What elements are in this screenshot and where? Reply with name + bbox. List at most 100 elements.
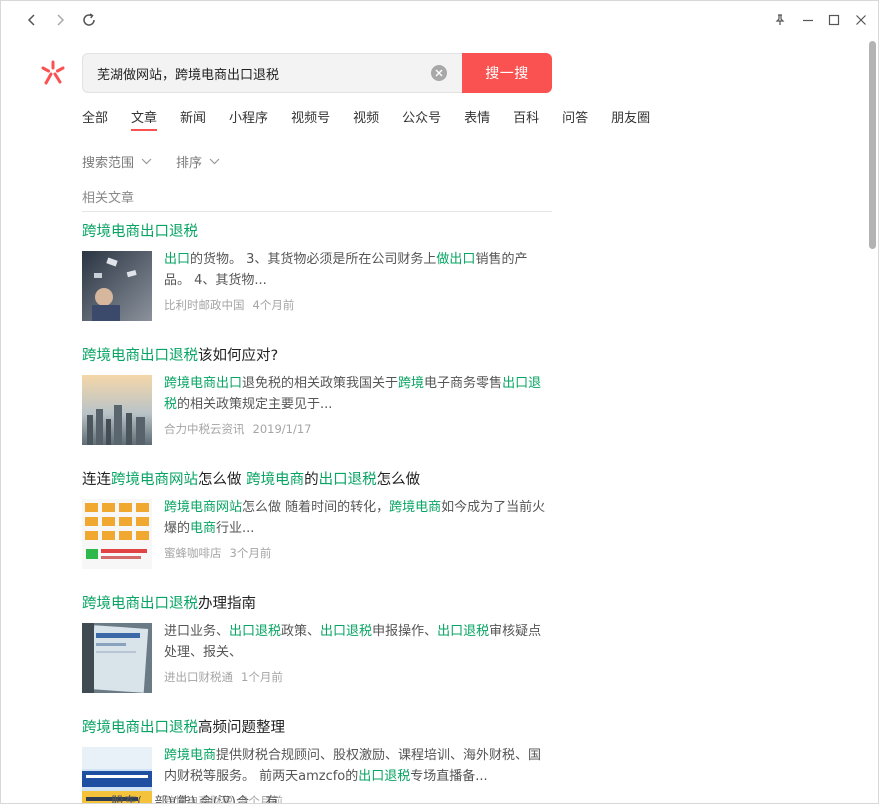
filter-dropdown-0[interactable]: 搜索范围 (82, 152, 152, 171)
pin-icon (775, 14, 785, 25)
snippet-segment: 跨境 (398, 376, 425, 391)
chevron-down-icon (209, 158, 220, 165)
result-snippet: 跨境电商提供财税合规顾问、股权激励、课程培训、海外财税、国内财税等服务。 前两天… (164, 745, 552, 787)
scrollbar-thumb[interactable] (869, 41, 876, 249)
close-button[interactable] (850, 9, 872, 31)
result-title[interactable]: 跨境电商出口退税 (82, 221, 552, 243)
result-item[interactable]: 跨境电商出口退税该如何应对? 跨境电商出口退免税的相关政策我国关于跨境电子商务零售… (82, 345, 552, 445)
title-segment: 该如何应对? (198, 348, 279, 364)
result-title[interactable]: 跨境电商出口退税办理指南 (82, 593, 552, 615)
tab-3[interactable]: 小程序 (229, 109, 268, 131)
snippet-segment: 做出口 (436, 252, 476, 267)
chevron-down-icon (141, 158, 152, 165)
tab-5[interactable]: 视频 (353, 109, 379, 131)
search-button[interactable]: 搜一搜 (462, 53, 552, 93)
result-thumbnail[interactable] (82, 375, 152, 445)
scrollbar[interactable] (866, 39, 878, 803)
snippet-segment: 专场直播备... (410, 769, 488, 784)
refresh-button[interactable] (78, 9, 100, 31)
search-input[interactable] (97, 54, 427, 92)
result-source[interactable]: 合力中税云资讯 (164, 422, 245, 436)
snippet-segment: 跨境电商出口 (164, 376, 243, 391)
filter-bar: 搜索范围 排序 (82, 152, 244, 171)
title-segment: 跨境电商出口退税 (82, 348, 198, 364)
snippet-segment: 退免税的相关政策我国关于 (242, 376, 399, 391)
result-snippet: 出口的货物。 3、其货物必须是所在公司财务上做出口销售的产品。 4、其货物... (164, 249, 552, 291)
tab-6[interactable]: 公众号 (402, 109, 441, 131)
result-body: 跨境电商网站怎么做 随着时间的转化，跨境电商如今成为了当前火爆的电商行业... 蜜… (82, 499, 552, 569)
result-title[interactable]: 跨境电商出口退税该如何应对? (82, 345, 552, 367)
snippet-segment: 出口退税 (437, 624, 490, 639)
result-body: 跨境电商出口退免税的相关政策我国关于跨境电子商务零售出口退税的相关政策规定主要见… (82, 375, 552, 445)
result-item[interactable]: 跨境电商出口退税出口的货物。 3、其货物必须是所在公司财务上做出口销售的产品。 … (82, 221, 552, 321)
search-box (82, 53, 462, 93)
title-segment: 高频问题整理 (198, 720, 285, 736)
result-source[interactable]: 进出口财税通 (164, 670, 233, 684)
minimize-button[interactable] (797, 9, 819, 31)
title-segment: 跨境电商出口退税 (82, 224, 198, 240)
section-label: 相关文章 (82, 191, 135, 206)
result-item[interactable]: 连连跨境电商网站怎么做 跨境电商的出口退税怎么做 跨境电商网站怎么做 随着时间的转… (82, 469, 552, 569)
result-time: 4个月前 (252, 298, 295, 312)
title-bar (1, 1, 878, 39)
snippet-segment: 的货物。 3、其货物必须是所在公司财务上 (190, 252, 437, 267)
tab-10[interactable]: 朋友圈 (611, 109, 650, 131)
snippet-segment: 出口 (164, 252, 191, 267)
result-meta: 进出口财税通 1个月前 (164, 669, 283, 685)
filter-label: 搜索范围 (82, 156, 135, 171)
snippet-segment: 的相关政策规定主要见于... (177, 397, 333, 412)
title-segment: 跨境电商 (246, 472, 305, 488)
snippet-segment: 政策、 (281, 624, 321, 639)
snippet-segment: 跨境电商 (389, 500, 442, 515)
maximize-icon (828, 14, 840, 26)
result-time: 2019/1/17 (252, 422, 312, 436)
result-body: 出口的货物。 3、其货物必须是所在公司财务上做出口销售的产品。 4、其货物...… (82, 251, 552, 321)
refresh-icon (83, 13, 95, 26)
title-segment: 办理指南 (198, 596, 256, 612)
title-segment: 跨境电商出口退税 (82, 596, 198, 612)
result-thumbnail[interactable] (82, 499, 152, 569)
cutoff-text: 股东(...部)(能) 会(汉)合... 有... (111, 795, 291, 804)
chevron-right-icon (57, 14, 65, 26)
sousou-logo-icon[interactable] (39, 59, 67, 87)
result-item[interactable]: 跨境电商出口退税高频问题整理跨境电商提供财税合规顾问、股权激励、课程培训、海外财… (82, 717, 552, 803)
title-segment: 连连 (82, 472, 111, 488)
result-thumbnail[interactable] (82, 623, 152, 693)
result-meta: 比利时邮政中国 4个月前 (164, 297, 294, 313)
clear-search-button[interactable] (431, 65, 447, 81)
result-snippet: 跨境电商出口退免税的相关政策我国关于跨境电子商务零售出口退税的相关政策规定主要见… (164, 373, 552, 415)
tab-4[interactable]: 视频号 (291, 109, 330, 131)
result-item[interactable]: 跨境电商出口退税办理指南 进口业务、出口退税政策、出口退税申报操作、出口退税审核疑… (82, 593, 552, 693)
clear-icon (435, 69, 443, 77)
snippet-segment: 进口业务、 (164, 624, 230, 639)
filter-dropdown-1[interactable]: 排序 (176, 152, 220, 171)
back-button[interactable] (21, 9, 43, 31)
result-meta: 合力中税云资讯 2019/1/17 (164, 421, 311, 437)
tab-9[interactable]: 问答 (562, 109, 588, 131)
filter-label: 排序 (176, 156, 203, 171)
tab-7[interactable]: 表情 (464, 109, 490, 131)
snippet-segment: 电商 (190, 521, 217, 536)
result-source[interactable]: 比利时邮政中国 (164, 298, 245, 312)
snippet-segment: 出口退税 (320, 624, 373, 639)
snippet-segment: 怎么做 随着时间的转化， (242, 500, 390, 515)
result-title[interactable]: 连连跨境电商网站怎么做 跨境电商的出口退税怎么做 (82, 469, 552, 491)
title-segment: 跨境电商出口退税 (82, 720, 198, 736)
divider (82, 211, 552, 212)
close-icon (856, 15, 866, 25)
snippet-segment: 行业... (216, 521, 255, 536)
forward-button[interactable] (49, 9, 71, 31)
tab-2[interactable]: 新闻 (180, 109, 206, 131)
result-meta: 蜜蜂咖啡店 3个月前 (164, 545, 271, 561)
result-title[interactable]: 跨境电商出口退税高频问题整理 (82, 717, 552, 739)
tab-0[interactable]: 全部 (82, 109, 108, 131)
tab-1[interactable]: 文章 (131, 109, 158, 131)
maximize-button[interactable] (823, 9, 845, 31)
result-thumbnail[interactable] (82, 251, 152, 321)
title-segment: 的 (304, 472, 319, 488)
tab-8[interactable]: 百科 (513, 109, 539, 131)
result-body: 进口业务、出口退税政策、出口退税申报操作、出口退税审核疑点处理、报关、 进出口财税… (82, 623, 552, 693)
title-segment: 怎么做 (198, 472, 247, 488)
result-source[interactable]: 蜜蜂咖啡店 (164, 546, 222, 560)
pin-button[interactable] (769, 9, 791, 31)
